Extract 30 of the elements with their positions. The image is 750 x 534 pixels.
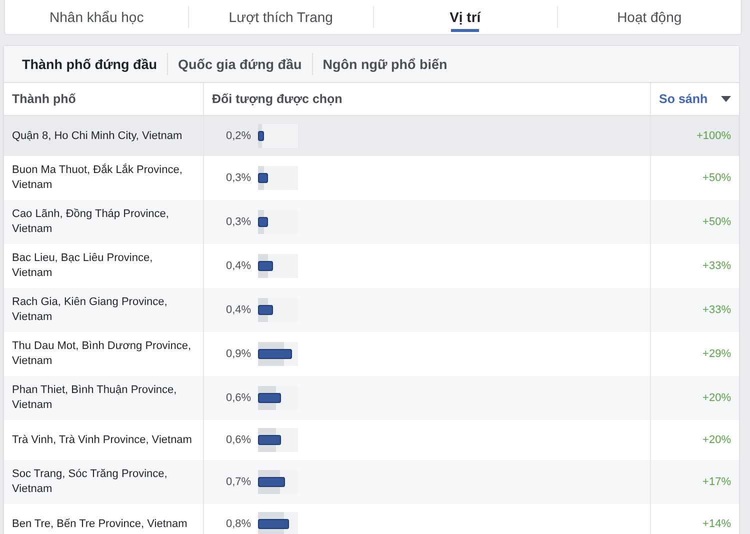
comparison-cell: +17%: [651, 460, 739, 504]
share-text: 0,6%: [226, 390, 250, 406]
share-text: 0,8%: [226, 516, 250, 532]
city-cell: Cao Lãnh, Đồng Tháp Province, Vietnam: [4, 200, 204, 244]
section-tab[interactable]: Hoạt động: [558, 0, 741, 34]
city-cell: Rach Gia, Kiên Giang Province, Vietnam: [4, 288, 204, 332]
city-cell: Phan Thiet, Bình Thuận Province, Vietnam: [4, 376, 204, 420]
share-text: 0,9%: [226, 346, 250, 362]
comparison-cell: +20%: [651, 376, 739, 420]
comparison-cell: +100%: [651, 116, 739, 156]
share-text: 0,7%: [226, 474, 250, 490]
column-header: Thành phố: [4, 83, 204, 116]
section-tab[interactable]: Vị trí: [374, 0, 557, 34]
comparison-cell: +50%: [651, 200, 739, 244]
share-text: 0,3%: [226, 214, 250, 230]
subsection-tab[interactable]: Ngôn ngữ phổ biến: [312, 56, 458, 72]
share-text: 0,6%: [226, 432, 250, 448]
column-header: Đối tượng được chọn: [204, 83, 651, 116]
subsection-tab[interactable]: Thành phố đứng đầu: [12, 56, 167, 72]
section-tab[interactable]: Lượt thích Trang: [189, 0, 372, 34]
section-tab[interactable]: Nhân khẩu học: [5, 0, 188, 34]
city-cell: Quận 8, Ho Chi Minh City, Vietnam: [4, 116, 204, 156]
caret-icon: [721, 96, 731, 102]
share-text: 0,3%: [226, 170, 250, 186]
share-text: 0,4%: [226, 258, 250, 274]
share-text: 0,4%: [226, 302, 250, 318]
subsection-tab[interactable]: Quốc gia đứng đầu: [168, 56, 312, 72]
city-cell: Soc Trang, Sóc Trăng Province, Vietnam: [4, 460, 204, 504]
comparison-cell: +33%: [651, 288, 739, 332]
share-text: 0,2%: [226, 128, 250, 144]
